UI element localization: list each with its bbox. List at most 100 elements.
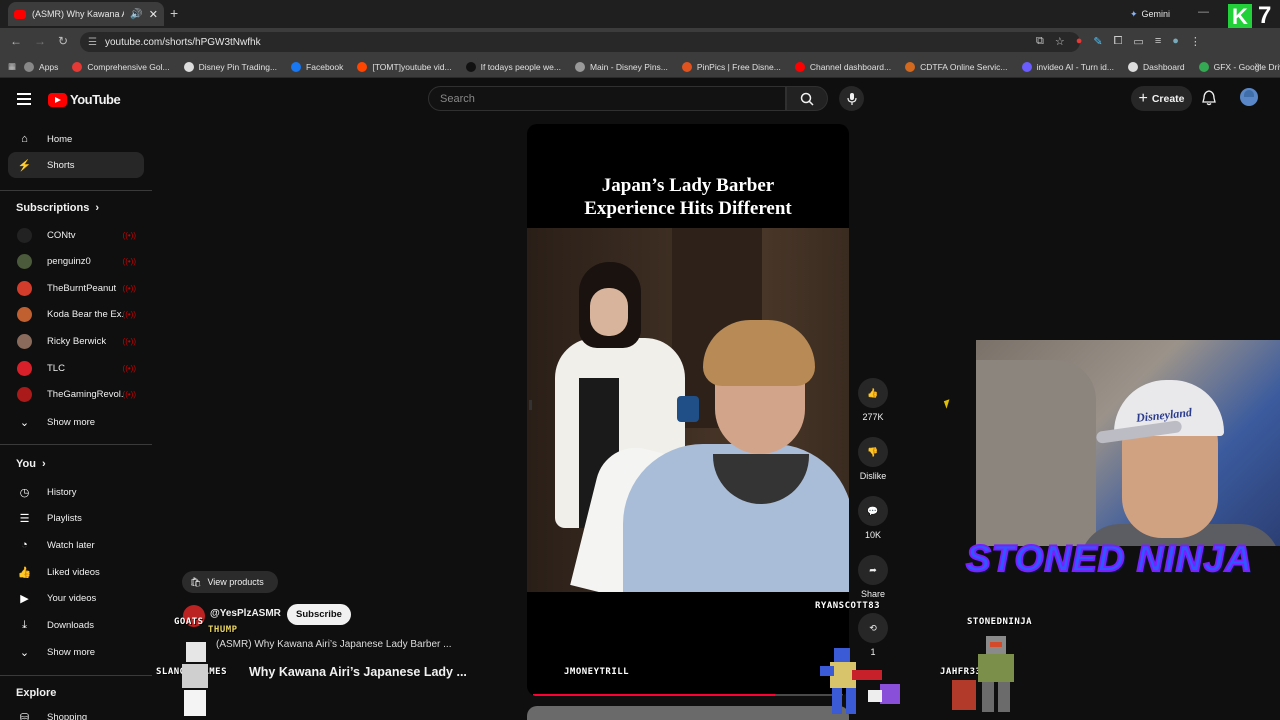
- sidebar-item-playlists[interactable]: ☰ Playlists: [8, 505, 144, 531]
- shopping-bag-icon: 🛍: [190, 576, 202, 587]
- bookmark-favicon-icon: [905, 61, 916, 72]
- url-bar[interactable]: ☰ youtube.com/shorts/hPGW3tNwfhk: [80, 32, 1080, 52]
- sidebar-subscription-item[interactable]: TheGamingRevol... ((•)): [8, 382, 144, 408]
- bookmark-label: Channel dashboard...: [809, 61, 892, 72]
- next-short-preview[interactable]: [527, 706, 849, 720]
- corner-k-badge: K: [1228, 4, 1252, 30]
- sidebar-item-your-videos[interactable]: ▶ Your videos: [8, 585, 144, 611]
- chevron-down-icon: ⌄: [19, 416, 30, 429]
- browser-menu-icon[interactable]: ⋮: [1190, 35, 1201, 48]
- share-button[interactable]: ➦ Share: [858, 555, 888, 599]
- sidebar-item-shopping[interactable]: ⛁ Shopping: [8, 704, 144, 720]
- url-text: youtube.com/shorts/hPGW3tNwfhk: [104, 36, 261, 48]
- bookmark-star-icon[interactable]: ☆: [1055, 35, 1065, 48]
- gemini-button[interactable]: ✦ Gemini: [1122, 6, 1178, 22]
- comments-button[interactable]: 💬 10K: [858, 496, 888, 540]
- extension-blue-icon[interactable]: ✎: [1093, 35, 1102, 48]
- sidebar-subscription-item[interactable]: CONtv ((•)): [8, 222, 144, 248]
- back-arrow-icon[interactable]: ←: [10, 34, 22, 48]
- sidebar-subscription-item[interactable]: Ricky Berwick ((•)): [8, 328, 144, 354]
- minimize-icon[interactable]: —: [1198, 6, 1209, 18]
- bookmark-item[interactable]: PinPics | Free Disne...: [681, 61, 781, 72]
- bookmark-item[interactable]: Comprehensive Gol...: [72, 61, 170, 72]
- account-avatar[interactable]: [1240, 88, 1258, 106]
- active-tab[interactable]: (ASMR) Why Kawana Ai 🔊 ✕: [8, 2, 164, 26]
- media-controls-icon[interactable]: ≡: [1155, 35, 1161, 48]
- youtube-logo-text: YouTube: [70, 92, 121, 107]
- bookmark-favicon-icon: [465, 61, 476, 72]
- plus-icon: +: [1138, 89, 1148, 107]
- bookmark-item[interactable]: CDTFA Online Servic...: [905, 61, 1008, 72]
- bookmark-label: Disney Pin Trading...: [198, 61, 278, 72]
- live-indicator-icon: ((•)): [122, 257, 136, 267]
- sidebar-panel-icon[interactable]: ▭: [1133, 35, 1143, 48]
- show-more-subscriptions[interactable]: ⌄ Show more: [8, 409, 144, 435]
- streamer-title: STONED NINJA: [965, 537, 1253, 580]
- bookmark-item[interactable]: invideo AI - Turn id...: [1021, 61, 1114, 72]
- bookmark-item[interactable]: Apps: [24, 61, 58, 72]
- sidebar-subscription-item[interactable]: TheBurntPeanut ((•)): [8, 275, 144, 301]
- video-caption[interactable]: Why Kawana Airi’s Japanese Lady ...: [249, 665, 467, 679]
- sidebar-item-watch-later[interactable]: ◔ Watch later: [8, 532, 144, 558]
- install-app-icon[interactable]: ⧉: [1036, 35, 1044, 48]
- browser-tab-bar: (ASMR) Why Kawana Ai 🔊 ✕ + ✦ Gemini — K …: [0, 0, 1280, 30]
- sidebar-subscription-item[interactable]: Koda Bear the Ex... ((•)): [8, 302, 144, 328]
- history-icon: ◷: [19, 486, 30, 499]
- reload-icon[interactable]: ↻: [58, 34, 68, 48]
- view-products-button[interactable]: 🛍 View products: [182, 571, 278, 593]
- voice-search-button[interactable]: [839, 86, 864, 111]
- speaker-icon[interactable]: 🔊: [130, 9, 142, 20]
- bookmark-item[interactable]: Main - Disney Pins...: [574, 61, 668, 72]
- create-button[interactable]: + Create: [1131, 86, 1192, 111]
- subscribe-button[interactable]: Subscribe: [287, 604, 351, 625]
- sidebar-item-liked-videos[interactable]: 👍 Liked videos: [8, 559, 144, 585]
- site-settings-icon[interactable]: ☰: [88, 37, 97, 48]
- video-frame: [527, 228, 849, 592]
- youtube-logo[interactable]: YouTube: [48, 92, 121, 107]
- overlay-name-thump: THUMP: [208, 625, 238, 635]
- show-more-you[interactable]: ⌄ Show more: [8, 639, 144, 665]
- shorts-player[interactable]: Japan’s Lady Barber Experience Hits Diff…: [527, 124, 849, 696]
- search-button[interactable]: [786, 86, 828, 111]
- live-indicator-icon: ((•)): [122, 310, 136, 320]
- you-heading[interactable]: You ›: [16, 458, 46, 470]
- bookmark-item[interactable]: Channel dashboard...: [794, 61, 892, 72]
- live-indicator-icon: ((•)): [122, 230, 136, 240]
- sidebar-item-history[interactable]: ◷ History: [8, 479, 144, 505]
- sidebar-item-home[interactable]: ⌂ Home: [8, 126, 144, 152]
- search-input[interactable]: Search: [428, 86, 786, 111]
- forward-arrow-icon[interactable]: →: [34, 34, 46, 48]
- bookmark-item[interactable]: Disney Pin Trading...: [183, 61, 278, 72]
- youtube-play-logo-icon: [48, 92, 67, 107]
- extension-red-icon[interactable]: ●: [1076, 35, 1083, 48]
- channel-name: penguinz0: [47, 256, 91, 268]
- share-label: Share: [860, 589, 886, 599]
- sidebar-subscription-item[interactable]: penguinz0 ((•)): [8, 249, 144, 275]
- customer-hair: [703, 320, 815, 386]
- bookmark-item[interactable]: Facebook: [291, 61, 343, 72]
- bookmark-item[interactable]: Dashboard: [1127, 61, 1185, 72]
- close-tab-icon[interactable]: ✕: [149, 8, 158, 21]
- apps-grid-icon[interactable]: ▦: [8, 61, 16, 72]
- profile-icon[interactable]: ●: [1172, 35, 1179, 48]
- bookmark-item[interactable]: If todays people we...: [465, 61, 561, 72]
- sidebar-item-shorts[interactable]: ⚡ Shorts: [8, 152, 144, 178]
- extensions-puzzle-icon[interactable]: ⧠: [1114, 35, 1123, 48]
- explore-label: Explore: [16, 687, 57, 699]
- channel-avatar: [17, 254, 32, 270]
- more-bookmarks-icon[interactable]: »: [1254, 60, 1260, 71]
- notifications-bell-icon[interactable]: [1202, 90, 1216, 111]
- subscriptions-heading[interactable]: Subscriptions ›: [16, 202, 99, 214]
- bookmark-item[interactable]: [TOMT]youtube vid...: [357, 61, 452, 72]
- bookmark-item[interactable]: GFX - Google Drive: [1198, 61, 1280, 72]
- search-icon: [800, 92, 814, 106]
- channel-handle[interactable]: @YesPlzASMR: [210, 608, 281, 619]
- video-progress-bar[interactable]: [533, 694, 843, 696]
- menu-hamburger-icon[interactable]: [17, 93, 31, 105]
- video-caption-small[interactable]: (ASMR) Why Kawana Airi’s Japanese Lady B…: [216, 639, 451, 650]
- like-button[interactable]: 👍 277K: [858, 378, 888, 422]
- dislike-button[interactable]: 👎 Dislike: [853, 437, 893, 481]
- new-tab-button[interactable]: +: [170, 5, 178, 21]
- sidebar-subscription-item[interactable]: TLC ((•)): [8, 355, 144, 381]
- sidebar-item-downloads[interactable]: ⤓ Downloads: [8, 612, 144, 638]
